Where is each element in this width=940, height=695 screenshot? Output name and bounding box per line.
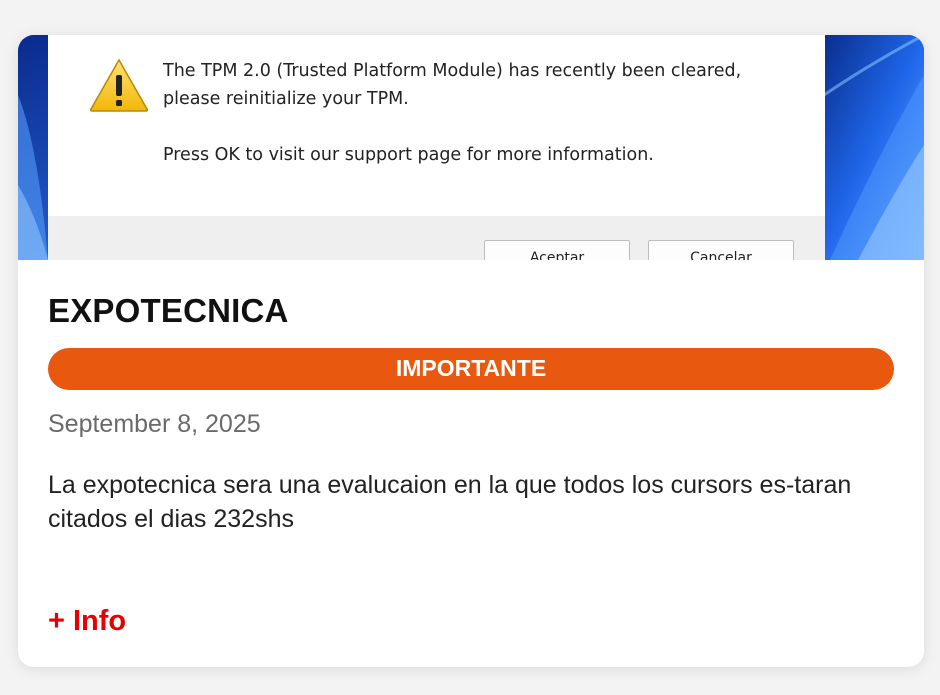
importance-badge: IMPORTANTE [48,348,894,390]
cancel-button: Cancelar [648,240,794,260]
more-info-link[interactable]: + Info [48,605,126,638]
dialog-message-line: please reinitialize your TPM. [163,89,409,109]
dialog-support-message: Press OK to visit our support page for m… [163,145,654,165]
card-title: EXPOTECNICA [48,292,289,329]
dialog-message-line: The TPM 2.0 (Trusted Platform Module) ha… [163,61,742,81]
warning-icon [89,58,149,112]
dialog-footer: Aceptar Cancelar [48,216,825,260]
news-card: The TPM 2.0 (Trusted Platform Module) ha… [18,35,924,667]
card-description: La expotecnica sera una evalucaion en la… [48,471,852,533]
card-image: The TPM 2.0 (Trusted Platform Module) ha… [18,35,924,260]
tpm-warning-dialog: The TPM 2.0 (Trusted Platform Module) ha… [48,35,825,260]
ok-button: Aceptar [484,240,630,260]
post-date: September 8, 2025 [48,410,261,438]
